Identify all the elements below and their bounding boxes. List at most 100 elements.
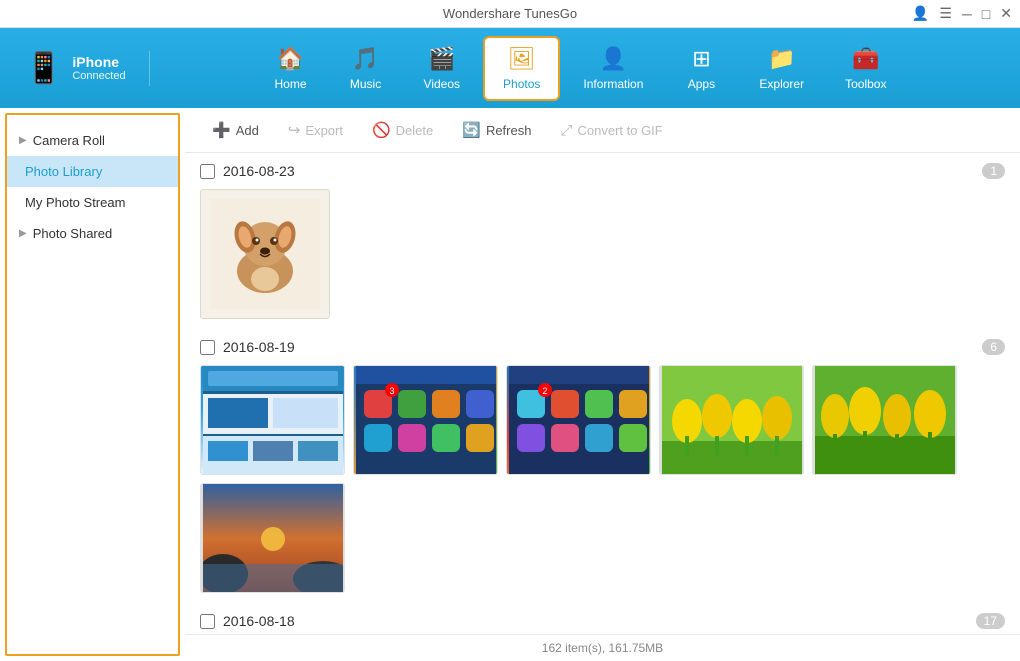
status-text: 162 item(s), 161.75MB	[542, 641, 663, 655]
refresh-label: Refresh	[486, 123, 532, 138]
sidebar: ▶ Camera Roll Photo Library My Photo Str…	[5, 113, 180, 656]
export-button[interactable]: ↪ Export	[276, 116, 355, 144]
delete-icon: 🚫	[372, 121, 391, 139]
sidebar-item-my-photo-stream[interactable]: My Photo Stream	[7, 187, 178, 218]
dog-svg	[210, 199, 320, 309]
photo-thumb-dog[interactable]	[200, 189, 330, 319]
window-controls: 👤 ☰ ─ □ ✕	[912, 5, 1012, 22]
photo-grid-2: 3	[200, 365, 1005, 593]
convert-to-gif-button[interactable]: ⤢ Convert to GIF	[548, 117, 674, 144]
group-checkbox-2[interactable]	[200, 340, 215, 355]
maximize-icon[interactable]: □	[982, 6, 990, 22]
videos-label: Videos	[424, 77, 460, 91]
app-title: Wondershare TunesGo	[443, 6, 577, 21]
screenshot3-svg: 2	[509, 366, 649, 474]
apps-icon: ⊞	[692, 46, 710, 72]
group-checkbox-3[interactable]	[200, 614, 215, 629]
sidebar-item-photo-shared[interactable]: ▶ Photo Shared	[7, 218, 178, 249]
home-icon: 🏠	[277, 46, 304, 72]
add-label: Add	[236, 123, 259, 138]
photo-shared-label: Photo Shared	[33, 226, 113, 241]
arrow-icon: ▶	[19, 135, 27, 146]
my-photo-stream-label: My Photo Stream	[25, 195, 125, 210]
export-label: Export	[305, 123, 343, 138]
photo-thumb-tulips[interactable]	[659, 365, 804, 475]
svg-text:3: 3	[389, 386, 394, 396]
device-name: iPhone	[72, 54, 125, 70]
explorer-label: Explorer	[759, 77, 804, 91]
sunset-svg	[203, 484, 343, 592]
device-status: Connected	[72, 70, 125, 82]
delete-label: Delete	[396, 123, 434, 138]
content-area: ▶ Camera Roll Photo Library My Photo Str…	[0, 108, 1020, 661]
date-label-2: 2016-08-19	[223, 339, 295, 355]
user-icon[interactable]: 👤	[912, 5, 929, 22]
camera-roll-label: Camera Roll	[33, 133, 105, 148]
main-panel: ➕ Add ↪ Export 🚫 Delete 🔄 Refresh ⤢	[185, 108, 1020, 661]
nav-photos[interactable]: 🖼 Photos	[483, 36, 560, 101]
date-header-1: 2016-08-23 1	[200, 163, 1005, 179]
date-count-1: 1	[982, 163, 1005, 179]
date-group-2016-08-18: 2016-08-18 17	[200, 613, 1005, 634]
toolbar: ➕ Add ↪ Export 🚫 Delete 🔄 Refresh ⤢	[185, 108, 1020, 153]
refresh-button[interactable]: 🔄 Refresh	[450, 116, 543, 144]
date-group-2016-08-23: 2016-08-23 1	[200, 163, 1005, 319]
group-checkbox-1[interactable]	[200, 164, 215, 179]
top-nav: 📱 iPhone Connected 🏠 Home 🎵 Music 🎬 Vide…	[0, 28, 1020, 108]
nav-items: 🏠 Home 🎵 Music 🎬 Videos 🖼 Photos 👤 Infor…	[150, 36, 1010, 101]
nav-videos[interactable]: 🎬 Videos	[406, 36, 478, 101]
close-icon[interactable]: ✕	[1000, 5, 1012, 22]
add-icon: ➕	[212, 121, 231, 139]
nav-information[interactable]: 👤 Information	[565, 36, 661, 101]
menu-icon[interactable]: ☰	[939, 5, 952, 22]
information-icon: 👤	[600, 46, 627, 72]
music-label: Music	[350, 77, 381, 91]
device-info: 📱 iPhone Connected	[10, 51, 150, 86]
photos-icon: 🖼	[508, 46, 536, 72]
videos-icon: 🎬	[428, 46, 455, 72]
minimize-icon[interactable]: ─	[962, 6, 972, 22]
delete-button[interactable]: 🚫 Delete	[360, 116, 445, 144]
export-icon: ↪	[288, 121, 301, 139]
sidebar-item-camera-roll[interactable]: ▶ Camera Roll	[7, 125, 178, 156]
date-label-1: 2016-08-23	[223, 163, 295, 179]
nav-home[interactable]: 🏠 Home	[256, 36, 326, 101]
photo-area[interactable]: 2016-08-23 1	[185, 153, 1020, 634]
photo-library-label: Photo Library	[25, 164, 102, 179]
date-group-2016-08-19: 2016-08-19 6	[200, 339, 1005, 593]
tulips2-svg	[815, 366, 955, 474]
date-label-3: 2016-08-18	[223, 613, 295, 629]
photo-thumb-screenshot2[interactable]: 3	[353, 365, 498, 475]
date-count-2: 6	[982, 339, 1005, 355]
date-header-3: 2016-08-18 17	[200, 613, 1005, 629]
nav-explorer[interactable]: 📁 Explorer	[741, 36, 822, 101]
nav-music[interactable]: 🎵 Music	[331, 36, 401, 101]
toolbox-icon: 🧰	[852, 46, 879, 72]
home-label: Home	[275, 77, 307, 91]
apps-label: Apps	[688, 77, 715, 91]
status-bar: 162 item(s), 161.75MB	[185, 634, 1020, 661]
photo-thumb-tulips2[interactable]	[812, 365, 957, 475]
nav-toolbox[interactable]: 🧰 Toolbox	[827, 36, 904, 101]
iphone-icon: 📱	[25, 51, 62, 86]
toolbox-label: Toolbox	[845, 77, 886, 91]
photo-thumb-screenshot1[interactable]	[200, 365, 345, 475]
add-button[interactable]: ➕ Add	[200, 116, 271, 144]
photo-thumb-sunset[interactable]	[200, 483, 345, 593]
svg-text:2: 2	[542, 386, 547, 396]
explorer-icon: 📁	[768, 46, 795, 72]
sidebar-item-photo-library[interactable]: Photo Library	[7, 156, 178, 187]
screenshot1-svg	[203, 366, 343, 474]
nav-apps[interactable]: ⊞ Apps	[666, 36, 736, 101]
convert-to-gif-label: Convert to GIF	[577, 123, 662, 138]
date-header-2: 2016-08-19 6	[200, 339, 1005, 355]
photo-thumb-screenshot3[interactable]: 2	[506, 365, 651, 475]
photos-label: Photos	[503, 77, 540, 91]
app-container: 📱 iPhone Connected 🏠 Home 🎵 Music 🎬 Vide…	[0, 28, 1020, 661]
information-label: Information	[583, 77, 643, 91]
photo-grid-1	[200, 189, 1005, 319]
music-icon: 🎵	[352, 46, 379, 72]
screenshot2-svg: 3	[356, 366, 496, 474]
refresh-icon: 🔄	[462, 121, 481, 139]
gif-icon: ⤢	[560, 122, 572, 139]
